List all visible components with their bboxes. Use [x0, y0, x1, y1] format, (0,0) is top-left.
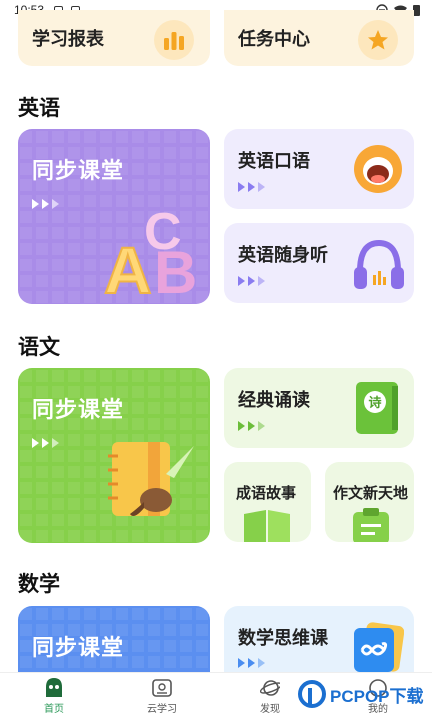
tab-home[interactable]: 首页 [0, 673, 108, 720]
home-icon [44, 678, 64, 698]
discover-icon [260, 678, 280, 698]
idiom-story-card[interactable]: 成语故事 [224, 462, 311, 542]
poem-book-icon: 诗 [356, 382, 398, 434]
book-brush-icon [108, 442, 194, 516]
svg-text:B: B [154, 239, 197, 301]
classic-reading-label: 经典诵读 [238, 390, 310, 411]
task-center-card[interactable]: 任务中心 [224, 10, 414, 66]
math-section-title: 数学 [18, 572, 60, 596]
math-sync-class-label: 同步课堂 [32, 636, 125, 661]
classic-reading-card[interactable]: 经典诵读 诗 [224, 368, 414, 448]
watermark: PCPOP下载 [298, 680, 424, 708]
math-sync-class-card[interactable]: 同步课堂 [18, 606, 210, 672]
english-listen-label: 英语随身听 [238, 245, 328, 266]
bar-chart-icon [154, 20, 194, 60]
english-sync-class-label: 同步课堂 [32, 159, 125, 184]
star-icon [358, 20, 398, 60]
idiom-story-label: 成语故事 [236, 484, 297, 502]
speaking-mouth-icon [354, 145, 402, 193]
english-sync-class-card[interactable]: 同步课堂 C B A [18, 129, 210, 304]
headphones-icon [354, 239, 404, 289]
composition-label: 作文新天地 [333, 484, 409, 502]
chinese-section-title: 语文 [18, 335, 60, 359]
english-oral-card[interactable]: 英语口语 [224, 129, 414, 209]
tab-cloud-study[interactable]: 云学习 [108, 673, 216, 720]
composition-card[interactable]: 作文新天地 [325, 462, 414, 542]
play-arrows-icon [238, 658, 265, 668]
watermark-logo-icon [298, 680, 326, 708]
watermark-text: PCPOP下载 [330, 686, 424, 706]
english-listen-card[interactable]: 英语随身听 [224, 223, 414, 303]
abc-letters-icon: C B A [103, 203, 197, 301]
tab-cloud-study-label: 云学习 [147, 704, 177, 715]
chinese-sync-class-card[interactable]: 同步课堂 [18, 368, 210, 543]
notepad-icon [353, 508, 389, 542]
math-thinking-label: 数学思维课 [238, 628, 328, 649]
tab-home-label: 首页 [44, 704, 64, 715]
battery-icon [413, 5, 420, 16]
play-arrows-icon [32, 438, 59, 448]
english-oral-label: 英语口语 [238, 151, 310, 172]
english-section-title: 英语 [18, 96, 60, 120]
play-arrows-icon [238, 276, 265, 286]
task-center-label: 任务中心 [238, 29, 310, 50]
tab-discover-label: 发现 [260, 704, 280, 715]
chinese-sync-class-label: 同步课堂 [32, 398, 125, 423]
svg-text:A: A [104, 233, 152, 301]
infinity-cards-icon [354, 622, 404, 672]
play-arrows-icon [238, 421, 265, 431]
cloud-study-icon [152, 678, 172, 698]
play-arrows-icon [32, 199, 59, 209]
math-thinking-card[interactable]: 数学思维课 [224, 606, 414, 672]
open-book-icon [244, 510, 290, 542]
study-report-card[interactable]: 学习报表 [18, 10, 210, 66]
svg-text:诗: 诗 [368, 395, 381, 411]
study-report-label: 学习报表 [32, 29, 104, 50]
play-arrows-icon [238, 182, 265, 192]
